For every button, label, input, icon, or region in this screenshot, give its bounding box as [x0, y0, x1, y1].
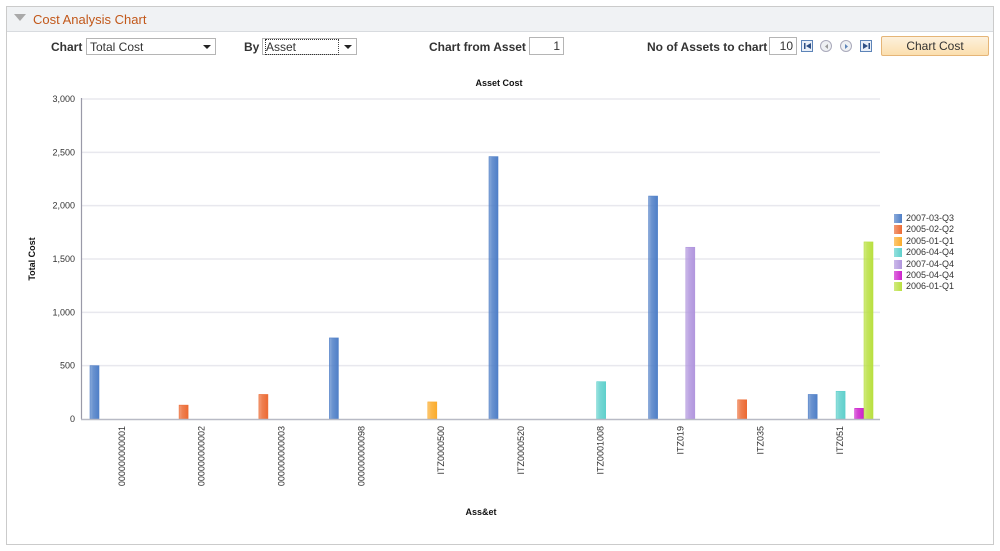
- bar-2006-01-Q1-ITZ051: [863, 241, 874, 420]
- legend-swatch: [894, 248, 902, 258]
- x-tick-label: ITZ019: [676, 426, 686, 455]
- legend-label: 2005-01-Q1: [906, 235, 955, 246]
- legend-swatch: [894, 282, 902, 292]
- y-axis-label: Total Cost: [27, 237, 37, 280]
- legend-label: 2005-04-Q4: [906, 269, 955, 280]
- legend-swatch: [894, 225, 902, 235]
- legend-label: 2005-02-Q2: [906, 224, 955, 235]
- bar-2006-04-Q4-ITZ0001008: [596, 381, 607, 420]
- bar-2007-04-Q4-ITZ019: [685, 246, 696, 420]
- y-tick-label: 0: [70, 414, 75, 424]
- bar-2005-02-Q2-000000000002: [178, 404, 189, 420]
- legend-swatch: [894, 214, 902, 223]
- bar-2005-04-Q4-ITZ051: [854, 408, 865, 420]
- legend-label: 2007-04-Q4: [906, 258, 955, 269]
- x-tick-label: 000000000002: [197, 426, 207, 486]
- legend-swatch: [894, 270, 902, 280]
- asset-cost-chart: Asset Cost Total Cost Ass&et 0 500 1,000 1,…: [27, 78, 880, 517]
- bar-2007-03-Q3-000000000098: [329, 337, 339, 420]
- bar-2005-01-Q1-ITZ0000500: [427, 401, 438, 420]
- x-tick-label: ITZ0000520: [516, 426, 526, 475]
- y-tick-label: 2,000: [52, 201, 75, 211]
- x-tick-label: ITZ0000500: [436, 426, 446, 475]
- bar-2005-02-Q2-ITZ035: [737, 399, 748, 420]
- bar-2006-04-Q4-ITZ051: [835, 390, 846, 420]
- x-tick-label: ITZ051: [835, 426, 845, 455]
- bar-2005-02-Q2-000000000003: [258, 394, 269, 420]
- x-tick-label: 000000000003: [277, 426, 287, 486]
- bar-2007-03-Q3-ITZ0000520: [488, 156, 499, 420]
- legend-label: 2006-01-Q1: [906, 281, 955, 292]
- legend-label: 2007-03-Q3: [906, 213, 955, 223]
- bar-2007-03-Q3-ITZ019: [648, 195, 658, 420]
- bar-2007-03-Q3-ITZ051: [807, 394, 818, 420]
- y-tick-label: 1,500: [52, 254, 75, 264]
- x-axis-label: Ass&et: [465, 507, 496, 517]
- y-tick-label: 2,500: [52, 147, 75, 157]
- x-tick-label: ITZ035: [755, 426, 765, 455]
- legend-label: 2006-04-Q4: [906, 247, 955, 258]
- legend-swatch: [894, 236, 902, 246]
- x-tick-label: 000000000098: [356, 426, 366, 486]
- legend-swatch: [894, 259, 902, 269]
- x-tick-label: 000000000001: [117, 426, 127, 486]
- y-tick-label: 3,000: [52, 94, 75, 104]
- bar-2007-03-Q3-000000000001: [89, 365, 100, 420]
- y-tick-label: 1,000: [52, 307, 75, 317]
- y-tick-label: 500: [60, 361, 75, 371]
- chart-title: Asset Cost: [475, 78, 522, 88]
- x-tick-label: ITZ0001008: [596, 426, 606, 475]
